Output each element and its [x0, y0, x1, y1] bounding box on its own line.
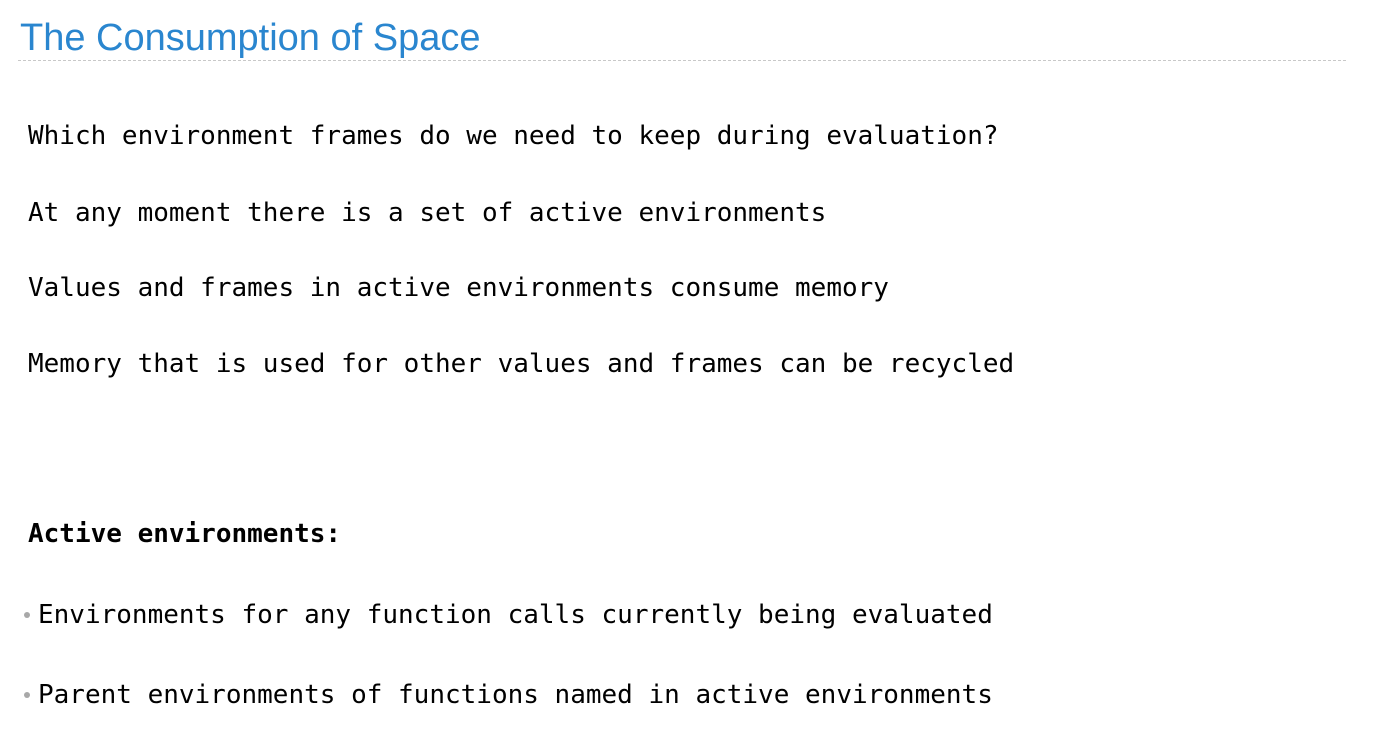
paragraph-which-frames: Which environment frames do we need to k…: [28, 121, 999, 151]
title-divider: [18, 60, 1346, 61]
bullet-item: Parent environments of functions named i…: [24, 679, 993, 711]
bullet-dot-icon: [24, 612, 30, 618]
paragraph-active-environments: At any moment there is a set of active e…: [28, 198, 827, 228]
bullet-dot-icon: [24, 692, 30, 698]
bullet-text: Environments for any function calls curr…: [38, 600, 993, 630]
paragraph-recycled: Memory that is used for other values and…: [28, 349, 1015, 379]
bullet-text: Parent environments of functions named i…: [38, 680, 993, 710]
slide-title: The Consumption of Space: [20, 17, 481, 59]
paragraph-consume-memory: Values and frames in active environments…: [28, 273, 889, 303]
section-heading: Active environments:: [28, 519, 342, 549]
bullet-item: Environments for any function calls curr…: [24, 599, 993, 631]
